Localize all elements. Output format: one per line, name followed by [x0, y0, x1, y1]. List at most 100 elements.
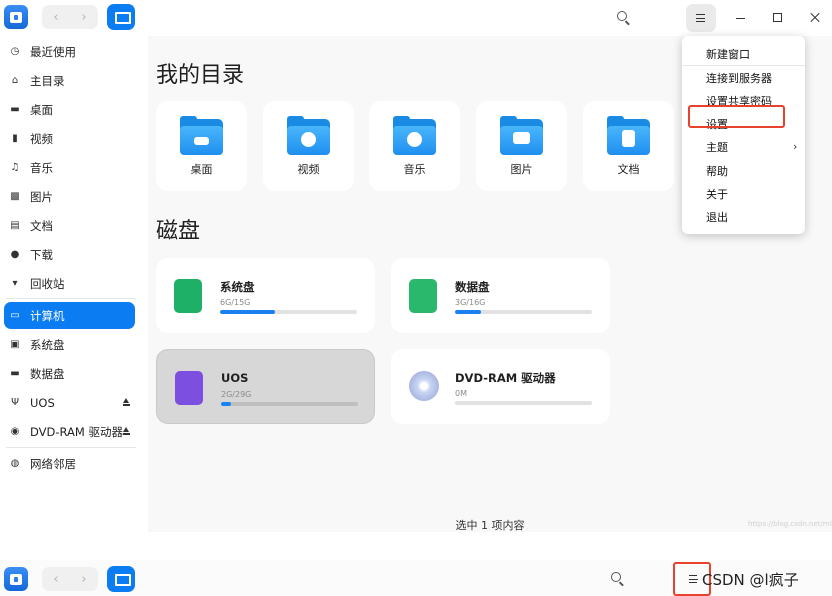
dir-card-documents[interactable]: 文档: [583, 101, 674, 191]
sidebar-item-trash[interactable]: ▾ 回收站: [4, 270, 135, 297]
disk-card-system[interactable]: 系统盘 6G/15G: [156, 258, 375, 333]
sidebar-item-home[interactable]: ⌂ 主目录: [4, 67, 135, 94]
menu-item-theme[interactable]: 主题: [706, 139, 728, 155]
document-icon: ▤: [10, 220, 20, 231]
optical-disc-icon: ◉: [10, 426, 20, 437]
sidebar-item-label: 视频: [30, 131, 53, 146]
dir-card-music[interactable]: 音乐: [369, 101, 460, 191]
sidebar-item-label: 网络邻居: [30, 456, 76, 471]
sidebar-item-recent[interactable]: ◷ 最近使用: [4, 38, 135, 65]
sidebar-item-music[interactable]: ♫ 音乐: [4, 154, 135, 181]
sidebar-item-downloads[interactable]: ● 下载: [4, 241, 135, 268]
computer-location-button[interactable]: [107, 566, 135, 592]
maximize-icon[interactable]: [773, 13, 782, 22]
optical-disc-icon: [409, 371, 439, 401]
video-icon: ▮: [12, 133, 18, 144]
sidebar-item-data-disk[interactable]: ▬ 数据盘: [4, 360, 135, 387]
folder-documents-icon: [607, 116, 650, 155]
menu-item-connect-server[interactable]: 连接到服务器: [706, 70, 772, 86]
disks-title: 磁盘: [156, 219, 201, 244]
menu-divider: [682, 65, 805, 66]
submenu-arrow-icon: ›: [793, 140, 798, 153]
eject-icon[interactable]: [122, 398, 130, 406]
back-icon[interactable]: ‹: [42, 5, 70, 29]
disk-usage-bar: [455, 310, 592, 314]
sidebar-item-label: DVD-RAM 驱动器: [30, 424, 123, 439]
sidebar-item-label: 下载: [30, 247, 53, 262]
menu-item-exit[interactable]: 退出: [706, 209, 728, 225]
computer-location-button[interactable]: [107, 4, 135, 30]
usb-drive-icon: [175, 371, 203, 405]
disk-name: DVD-RAM 驱动器: [455, 371, 556, 385]
my-directories-title: 我的目录: [156, 63, 245, 88]
disk-card-data[interactable]: 数据盘 3G/16G: [391, 258, 610, 333]
sidebar-item-desktop[interactable]: ▬ 桌面: [4, 96, 135, 123]
disk-name: 系统盘: [220, 280, 255, 294]
url-watermark: https://blog.csdn.net/m0_51...: [748, 520, 832, 528]
navigation-group: ‹ ›: [42, 5, 98, 29]
sidebar-item-label: 桌面: [30, 102, 53, 117]
dir-label: 音乐: [403, 163, 426, 176]
disk-icon: ▣: [10, 339, 20, 350]
system-disk-icon: [174, 279, 202, 313]
dir-card-videos[interactable]: 视频: [263, 101, 354, 191]
sidebar-item-dvd[interactable]: ◉ DVD-RAM 驱动器: [4, 418, 135, 445]
sidebar-item-label: 数据盘: [30, 366, 65, 381]
sidebar-item-label: 图片: [30, 189, 53, 204]
sidebar-item-videos[interactable]: ▮ 视频: [4, 125, 135, 152]
forward-icon[interactable]: ›: [70, 5, 98, 29]
sidebar-item-computer[interactable]: ▭ 计算机: [4, 302, 135, 329]
disk-size: 0M: [455, 389, 467, 398]
clock-icon: ◷: [10, 46, 20, 57]
sidebar-item-system-disk[interactable]: ▣ 系统盘: [4, 331, 135, 358]
main-menu-button[interactable]: [686, 4, 716, 32]
sidebar-item-pictures[interactable]: ▩ 图片: [4, 183, 135, 210]
sidebar-item-documents[interactable]: ▤ 文档: [4, 212, 135, 239]
sidebar-item-label: 回收站: [30, 276, 65, 291]
app-logo-icon[interactable]: [4, 5, 28, 29]
minimize-icon[interactable]: [736, 18, 745, 19]
back-icon[interactable]: ‹: [42, 567, 70, 591]
disk-size: 2G/29G: [221, 390, 252, 399]
disk-name: 数据盘: [455, 280, 490, 294]
app-logo-icon[interactable]: [4, 567, 28, 591]
sidebar-item-label: 文档: [30, 218, 53, 233]
sidebar: ◷ 最近使用 ⌂ 主目录 ▬ 桌面 ▮ 视频 ♫ 音乐 ▩ 图片 ▤ 文档 ●: [0, 36, 148, 532]
status-bar-text: 选中 1 项内容: [455, 519, 525, 532]
sidebar-divider: [6, 298, 136, 299]
home-icon: ⌂: [11, 75, 19, 86]
folder-video-icon: [287, 116, 330, 155]
titlebar: ‹ ›: [0, 0, 832, 36]
usb-icon: Ψ: [11, 397, 19, 408]
search-button[interactable]: [608, 570, 626, 588]
music-icon: ♫: [10, 162, 20, 173]
csdn-watermark: CSDN @l疯子: [702, 571, 799, 589]
sidebar-item-label: 主目录: [30, 73, 65, 88]
dir-label: 图片: [510, 163, 533, 176]
sidebar-item-label: 系统盘: [30, 337, 65, 352]
eject-icon[interactable]: [122, 427, 130, 435]
menu-item-new-window[interactable]: 新建窗口: [706, 46, 750, 62]
disk-usage-bar: [455, 401, 592, 405]
sidebar-item-label: UOS: [30, 395, 55, 410]
dir-label: 视频: [297, 163, 320, 176]
forward-icon[interactable]: ›: [70, 567, 98, 591]
sidebar-item-network[interactable]: ◍ 网络邻居: [4, 450, 135, 477]
menu-item-about[interactable]: 关于: [706, 186, 728, 202]
search-button[interactable]: [614, 9, 632, 27]
trash-icon: ▾: [12, 278, 18, 289]
dir-card-desktop[interactable]: 桌面: [156, 101, 247, 191]
data-disk-icon: [409, 279, 437, 313]
sidebar-item-uos[interactable]: Ψ UOS: [4, 389, 135, 416]
dir-card-pictures[interactable]: 图片: [476, 101, 567, 191]
disk-usage-bar: [220, 310, 357, 314]
close-icon[interactable]: [808, 10, 822, 24]
disk-card-dvd[interactable]: DVD-RAM 驱动器 0M: [391, 349, 610, 424]
dir-label: 文档: [617, 163, 640, 176]
highlight-box-settings: [688, 105, 785, 128]
menu-item-help[interactable]: 帮助: [706, 163, 728, 179]
folder-desktop-icon: [180, 116, 223, 155]
disk-card-uos[interactable]: UOS 2G/29G: [156, 349, 375, 424]
disk-icon: ▬: [10, 368, 20, 379]
search-icon: [617, 11, 627, 21]
